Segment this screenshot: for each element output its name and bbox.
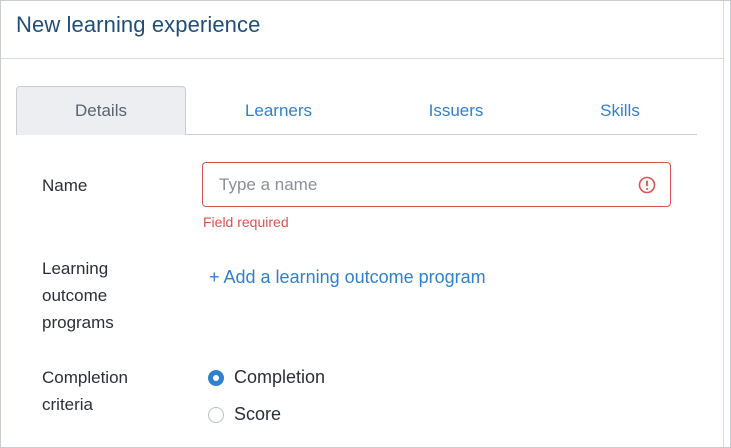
tab-skills[interactable]: Skills bbox=[561, 86, 679, 135]
tab-issuers[interactable]: Issuers bbox=[386, 86, 526, 135]
radio-option-score[interactable]: Score bbox=[208, 404, 281, 425]
add-learning-outcome-program-link[interactable]: + Add a learning outcome program bbox=[209, 267, 486, 288]
radio-selected-icon[interactable] bbox=[208, 369, 224, 386]
exclamation-circle-icon bbox=[638, 176, 656, 194]
radio-label-score: Score bbox=[234, 404, 282, 424]
name-input[interactable] bbox=[219, 163, 619, 206]
learning-outcome-programs-label: Learning outcome programs bbox=[42, 259, 114, 332]
name-field bbox=[202, 162, 671, 207]
scroll-edge-divider bbox=[723, 1, 724, 447]
dialog-header: New learning experience bbox=[1, 1, 723, 59]
name-label: Name bbox=[42, 176, 88, 195]
radio-label-completion: Completion bbox=[234, 367, 326, 387]
completion-criteria-label: Completion criteria bbox=[42, 368, 128, 414]
tab-bar: Details Learners Issuers Skills bbox=[16, 86, 697, 135]
name-error-message: Field required bbox=[203, 214, 289, 230]
tab-details[interactable]: Details bbox=[16, 86, 186, 135]
tab-learners[interactable]: Learners bbox=[206, 86, 351, 135]
radio-unselected-icon[interactable] bbox=[208, 406, 224, 423]
dialog-window: New learning experience Details Learners… bbox=[0, 0, 731, 448]
dialog-title: New learning experience bbox=[16, 12, 261, 37]
radio-option-completion[interactable]: Completion bbox=[208, 367, 325, 388]
